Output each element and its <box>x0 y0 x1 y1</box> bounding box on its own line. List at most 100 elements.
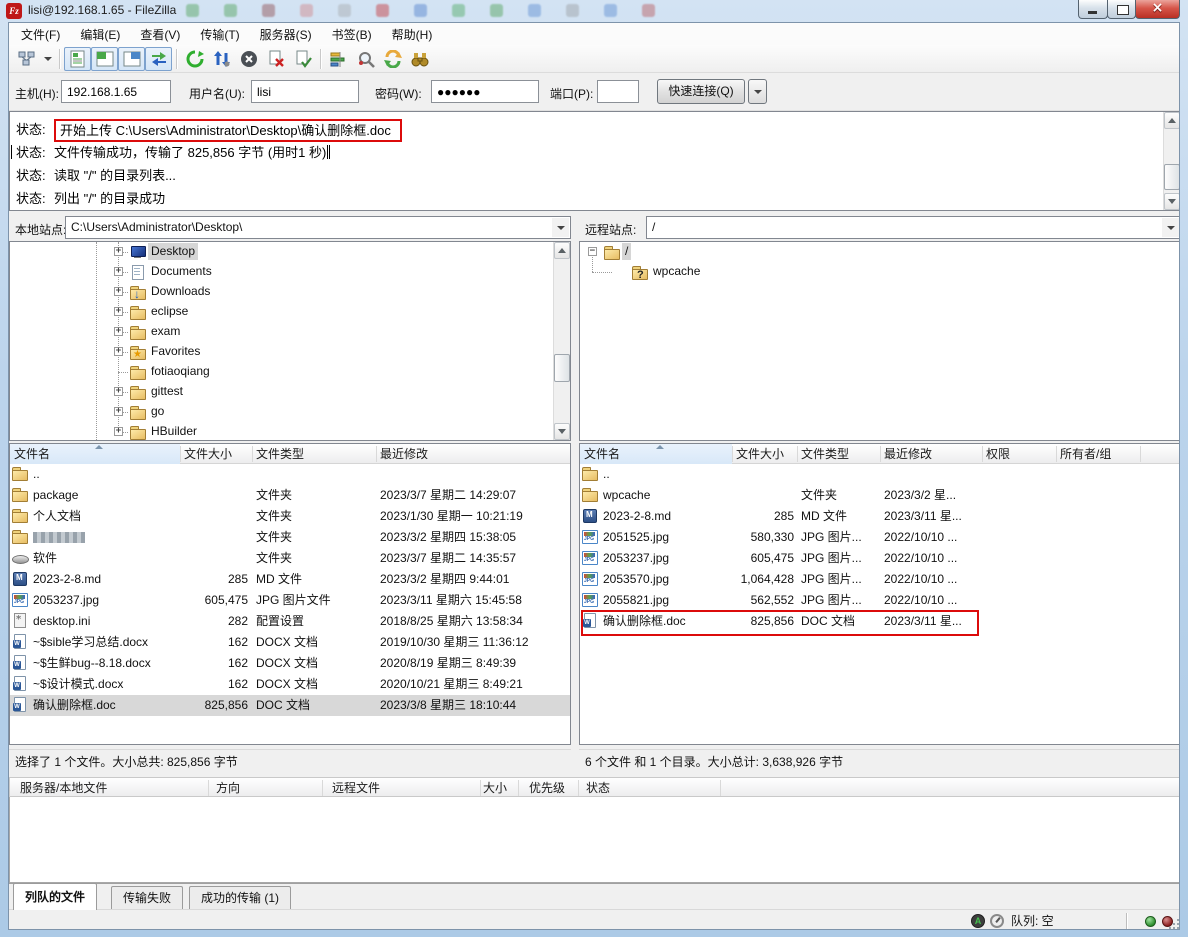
queue-column-header-1[interactable]: 方向 <box>212 778 272 798</box>
site-manager-button[interactable] <box>13 47 40 71</box>
menu-item-1[interactable]: 编辑(E) <box>70 24 130 45</box>
column-header-1[interactable]: 文件大小 <box>180 444 248 464</box>
titlebar[interactable]: Fz lisi@192.168.1.65 - FileZilla <box>0 0 1188 22</box>
tree-expander-icon[interactable]: + <box>114 287 123 296</box>
column-header-2[interactable]: 文件类型 <box>252 444 372 464</box>
tree-expander-icon[interactable]: + <box>114 427 123 436</box>
tree-item-HBuilder[interactable]: +HBuilder <box>10 422 550 441</box>
scroll-down-icon[interactable] <box>1164 193 1180 210</box>
scroll-down-icon[interactable] <box>554 423 570 440</box>
host-input[interactable] <box>61 80 171 103</box>
column-header-5[interactable]: 所有者/组 <box>1056 444 1140 464</box>
file-row[interactable]: W~$sible学习总结.docx162DOCX 文档2019/10/30 星期… <box>10 632 570 653</box>
quickconnect-dropdown-icon[interactable] <box>748 79 767 104</box>
local-file-list[interactable]: 文件名文件大小文件类型最近修改..package文件夹2023/3/7 星期二 … <box>9 443 571 745</box>
auto-transfer-mode-icon[interactable]: A <box>971 914 985 928</box>
file-row[interactable]: W~$设计模式.docx162DOCX 文档2020/10/21 星期三 8:4… <box>10 674 570 695</box>
tree-expander-icon[interactable]: + <box>114 387 123 396</box>
queue-column-header-0[interactable]: 服务器/本地文件 <box>16 778 196 798</box>
column-header-3[interactable]: 最近修改 <box>880 444 980 464</box>
queue-column-header-5[interactable]: 状态 <box>582 778 712 798</box>
close-button[interactable] <box>1135 0 1180 19</box>
file-row[interactable]: 软件文件夹2023/3/7 星期二 14:35:57 <box>10 548 570 569</box>
menu-item-2[interactable]: 查看(V) <box>130 24 190 45</box>
file-row[interactable]: 文件夹2023/3/2 星期四 15:38:05 <box>10 527 570 548</box>
combo-dropdown-icon[interactable] <box>1162 218 1179 237</box>
tree-item-gittest[interactable]: +gittest <box>10 382 550 402</box>
tree-item-wpcache[interactable]: ?wpcache <box>580 262 1160 282</box>
file-row[interactable]: package文件夹2023/3/7 星期二 14:29:07 <box>10 485 570 506</box>
menu-item-3[interactable]: 传输(T) <box>190 24 249 45</box>
menu-item-6[interactable]: 帮助(H) <box>382 24 443 45</box>
tree-item-Favorites[interactable]: +★Favorites <box>10 342 550 362</box>
synchronized-browsing-button[interactable] <box>379 47 406 71</box>
remote-file-list[interactable]: 文件名文件大小文件类型最近修改权限所有者/组..wpcache文件夹2023/3… <box>579 443 1180 745</box>
file-row[interactable]: JPG2055821.jpg562,552JPG 图片...2022/10/10… <box>580 590 1180 611</box>
remote-directory-tree[interactable]: −/?wpcache <box>579 241 1180 441</box>
tree-expander-icon[interactable]: + <box>114 267 123 276</box>
column-header-2[interactable]: 文件类型 <box>797 444 877 464</box>
combo-dropdown-icon[interactable] <box>552 218 569 237</box>
scroll-thumb[interactable] <box>1164 164 1180 190</box>
file-row[interactable]: JPG2051525.jpg580,330JPG 图片...2022/10/10… <box>580 527 1180 548</box>
column-header-0[interactable]: 文件名 <box>580 444 732 464</box>
tree-expander-icon[interactable]: + <box>114 407 123 416</box>
minimize-button[interactable] <box>1078 0 1108 19</box>
menu-item-5[interactable]: 书签(B) <box>322 24 382 45</box>
tree-item-eclipse[interactable]: +eclipse <box>10 302 550 322</box>
restore-button[interactable] <box>1107 0 1136 19</box>
find-button[interactable] <box>352 47 379 71</box>
file-row[interactable]: wpcache文件夹2023/3/2 星... <box>580 485 1180 506</box>
toggle-local-tree-button[interactable] <box>91 47 118 71</box>
tree-expander-icon[interactable]: + <box>114 307 123 316</box>
toggle-message-log-button[interactable] <box>64 47 91 71</box>
remote-site-combo[interactable]: / <box>646 216 1180 239</box>
file-row[interactable]: .. <box>10 464 570 485</box>
queue-column-header-4[interactable]: 优先级 <box>525 778 580 798</box>
filter-button[interactable] <box>406 47 433 71</box>
file-row[interactable]: JPG2053237.jpg605,475JPG 图片文件2023/3/11 星… <box>10 590 570 611</box>
tree-expander-icon[interactable]: + <box>114 347 123 356</box>
queue-column-header-3[interactable]: 大小 <box>455 778 507 798</box>
reconnect-button[interactable] <box>289 47 316 71</box>
tree-item-Downloads[interactable]: +↓Downloads <box>10 282 550 302</box>
file-row[interactable]: W~$生鲜bug--8.18.docx162DOCX 文档2020/8/19 星… <box>10 653 570 674</box>
file-row[interactable]: W确认删除框.doc825,856DOC 文档2023/3/8 星期三 18:1… <box>10 695 570 716</box>
menu-item-0[interactable]: 文件(F) <box>11 24 70 45</box>
tree-item-Documents[interactable]: +Documents <box>10 262 550 282</box>
quickconnect-button[interactable]: 快速连接(Q) <box>657 79 745 104</box>
local-site-combo[interactable]: C:\Users\Administrator\Desktop\ <box>65 216 571 239</box>
username-input[interactable] <box>251 80 359 103</box>
queue-tab-0[interactable]: 列队的文件 <box>13 883 97 910</box>
disconnect-button[interactable] <box>262 47 289 71</box>
tree-item-go[interactable]: +go <box>10 402 550 422</box>
file-row[interactable]: JPG2053237.jpg605,475JPG 图片...2022/10/10… <box>580 548 1180 569</box>
local-tree-scrollbar[interactable] <box>553 242 570 440</box>
resize-grip[interactable] <box>1168 918 1180 930</box>
queue-column-header-2[interactable]: 远程文件 <box>328 778 468 798</box>
column-header-0[interactable]: 文件名 <box>10 444 180 464</box>
process-queue-button[interactable] <box>208 47 235 71</box>
refresh-button[interactable] <box>181 47 208 71</box>
password-input[interactable] <box>431 80 539 103</box>
column-header-1[interactable]: 文件大小 <box>732 444 794 464</box>
tree-item-Desktop[interactable]: +Desktop <box>10 242 550 262</box>
site-manager-dropdown-icon[interactable] <box>40 47 55 71</box>
port-input[interactable] <box>597 80 639 103</box>
tree-item-fotiaoqiang[interactable]: fotiaoqiang <box>10 362 550 382</box>
file-row[interactable]: JPG2053570.jpg1,064,428JPG 图片...2022/10/… <box>580 569 1180 590</box>
cancel-button[interactable] <box>235 47 262 71</box>
tree-expander-icon[interactable]: + <box>114 327 123 336</box>
column-header-4[interactable]: 权限 <box>982 444 1054 464</box>
message-log[interactable]: 状态:开始上传 C:\Users\Administrator\Desktop\确… <box>9 111 1180 211</box>
tree-expander-icon[interactable]: − <box>588 247 597 256</box>
file-row[interactable]: *desktop.ini282配置设置2018/8/25 星期六 13:58:3… <box>10 611 570 632</box>
toggle-remote-tree-button[interactable] <box>118 47 145 71</box>
directory-compare-button[interactable] <box>325 47 352 71</box>
queue-tab-1[interactable]: 传输失败 <box>111 886 183 910</box>
scroll-thumb[interactable] <box>554 354 570 382</box>
file-row[interactable]: W确认删除框.doc825,856DOC 文档2023/3/11 星... <box>580 611 1180 632</box>
local-directory-tree[interactable]: +Desktop+Documents+↓Downloads+eclipse+ex… <box>9 241 571 441</box>
transfer-queue-list[interactable] <box>9 797 1180 883</box>
toggle-queue-button[interactable] <box>145 47 172 71</box>
